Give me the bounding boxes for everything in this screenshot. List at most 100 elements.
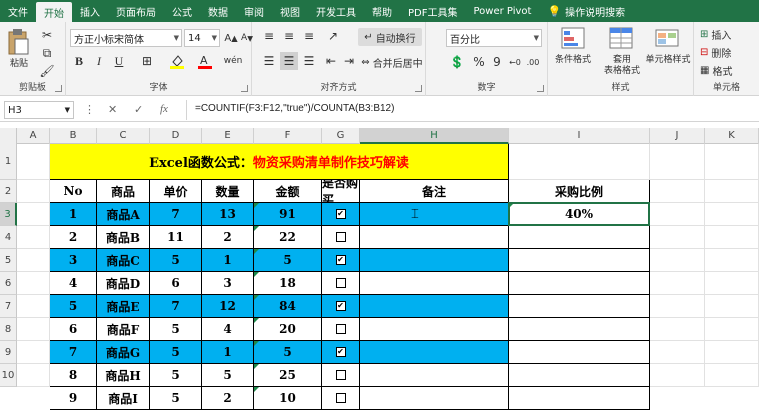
cell-note[interactable] (360, 341, 509, 364)
column-header-g[interactable]: G (322, 128, 360, 144)
merge-center-button[interactable]: ⇔ 合并后居中 (360, 53, 424, 71)
cell-price[interactable]: 5 (150, 318, 202, 341)
checkbox-checked[interactable]: ✔ (335, 209, 346, 219)
cut-icon[interactable]: ✂ (38, 26, 56, 44)
cell-item[interactable]: 商品G (97, 341, 150, 364)
tab-review[interactable]: 审阅 (236, 0, 272, 22)
cell-item[interactable]: 商品A (97, 203, 150, 226)
align-top-icon[interactable]: ≡ (260, 27, 278, 45)
cell-ratio[interactable] (509, 364, 650, 387)
cell-note[interactable] (360, 387, 509, 410)
tab-power-pivot[interactable]: Power Pivot (465, 0, 539, 22)
cell-ratio[interactable] (509, 226, 650, 249)
cell-no[interactable]: 5 (50, 295, 97, 318)
cell-qty[interactable]: 2 (202, 226, 254, 249)
column-header-h[interactable]: H (360, 128, 509, 144)
cell-no[interactable]: 6 (50, 318, 97, 341)
cell-buy[interactable] (322, 226, 360, 249)
name-box[interactable]: H3 ▼ (4, 101, 74, 119)
row-header-8[interactable]: 8 (0, 318, 17, 341)
cell-j1[interactable] (650, 144, 705, 180)
checkbox-checked[interactable]: ✔ (335, 301, 346, 311)
row-header-7[interactable]: 7 (0, 295, 17, 318)
cell-i1[interactable] (509, 144, 650, 180)
column-header-j[interactable]: J (650, 128, 705, 144)
cell-no[interactable]: 7 (50, 341, 97, 364)
cell-no[interactable]: 9 (50, 387, 97, 410)
checkbox-checked[interactable]: ✔ (335, 347, 346, 357)
cell-item[interactable]: 商品I (97, 387, 150, 410)
cell-j2[interactable] (650, 180, 705, 203)
cell-amount[interactable]: 84 (254, 295, 322, 318)
cell-buy[interactable]: ✔ (322, 341, 360, 364)
row-header-6[interactable]: 6 (0, 272, 17, 295)
font-launcher-icon[interactable] (241, 85, 248, 92)
conditional-formatting-label[interactable]: 条件格式 (550, 52, 596, 65)
cell-j6[interactable] (650, 272, 705, 295)
header-price[interactable]: 单价 (150, 180, 202, 203)
cell-k8[interactable] (705, 318, 759, 341)
cell-price[interactable]: 6 (150, 272, 202, 295)
cell-qty[interactable]: 5 (202, 364, 254, 387)
cell-note[interactable] (360, 249, 509, 272)
cell-a4[interactable] (17, 226, 50, 249)
tab-insert[interactable]: 插入 (72, 0, 108, 22)
column-header-d[interactable]: D (150, 128, 202, 144)
checkbox-unchecked[interactable] (335, 278, 346, 288)
row-header-10[interactable]: 10 (0, 364, 17, 387)
cell-price[interactable]: 5 (150, 364, 202, 387)
cell-j9[interactable] (650, 341, 705, 364)
align-left-icon[interactable]: ☰ (260, 52, 278, 70)
cell-note[interactable] (360, 364, 509, 387)
paste-icon[interactable] (6, 28, 30, 56)
column-header-b[interactable]: B (50, 128, 97, 144)
cell-ratio[interactable] (509, 387, 650, 410)
format-as-table-icon[interactable] (608, 26, 634, 50)
decrease-indent-icon[interactable]: ⇤ (322, 52, 340, 70)
cell-a7[interactable] (17, 295, 50, 318)
cell-a8[interactable] (17, 318, 50, 341)
row-header-1[interactable]: 1 (0, 144, 17, 180)
copy-icon[interactable]: ⧉ (38, 44, 56, 62)
cell-k1[interactable] (705, 144, 759, 180)
cell-ratio[interactable] (509, 341, 650, 364)
underline-button[interactable]: U (110, 52, 128, 70)
cell-buy[interactable] (322, 272, 360, 295)
column-header-c[interactable]: C (97, 128, 150, 144)
phonetic-icon[interactable]: wén (224, 52, 243, 70)
header-ratio[interactable]: 采购比例 (509, 180, 650, 203)
font-color-icon[interactable]: A (196, 52, 214, 70)
cell-styles-label[interactable]: 单元格样式 (644, 52, 692, 65)
cell-ratio[interactable] (509, 249, 650, 272)
cell-note[interactable] (360, 295, 509, 318)
cell-a1[interactable] (17, 144, 50, 180)
formula-input[interactable]: =COUNTIF(F3:F12,"true")/COUNTA(B3:B12) (195, 103, 394, 114)
cell-buy[interactable] (322, 387, 360, 410)
cell-price[interactable]: 5 (150, 387, 202, 410)
header-no[interactable]: No (50, 180, 97, 203)
tab-formulas[interactable]: 公式 (164, 0, 200, 22)
cell-a3[interactable] (17, 203, 50, 226)
paste-label[interactable]: 粘贴 (6, 56, 32, 69)
borders-icon[interactable]: ⊞ (138, 52, 156, 70)
cell-a6[interactable] (17, 272, 50, 295)
tab-file[interactable]: 文件 (0, 0, 36, 22)
cell-ratio[interactable] (509, 318, 650, 341)
number-format-select[interactable]: 百分比 ▼ (446, 29, 542, 47)
tab-developer[interactable]: 开发工具 (308, 0, 364, 22)
cell-item[interactable]: 商品D (97, 272, 150, 295)
column-header-f[interactable]: F (254, 128, 322, 144)
enter-formula-icon[interactable]: ✓ (134, 103, 143, 116)
worksheet-grid[interactable]: ABCDEFGHIJK 1 2 3 4 5 6 7 8 9 10 Excel函数公式： 物资采购清单… (0, 128, 759, 410)
cell-amount[interactable]: 5 (254, 341, 322, 364)
cell-j4[interactable] (650, 226, 705, 249)
increase-indent-icon[interactable]: ⇥ (340, 52, 358, 70)
cell-item[interactable]: 商品H (97, 364, 150, 387)
align-center-icon[interactable]: ☰ (280, 52, 298, 70)
cell-qty[interactable]: 1 (202, 249, 254, 272)
header-item[interactable]: 商品 (97, 180, 150, 203)
cell-item[interactable]: 商品F (97, 318, 150, 341)
cell-k4[interactable] (705, 226, 759, 249)
cell-ratio-h3[interactable]: 40% (509, 203, 650, 226)
bold-button[interactable]: B (70, 52, 88, 70)
